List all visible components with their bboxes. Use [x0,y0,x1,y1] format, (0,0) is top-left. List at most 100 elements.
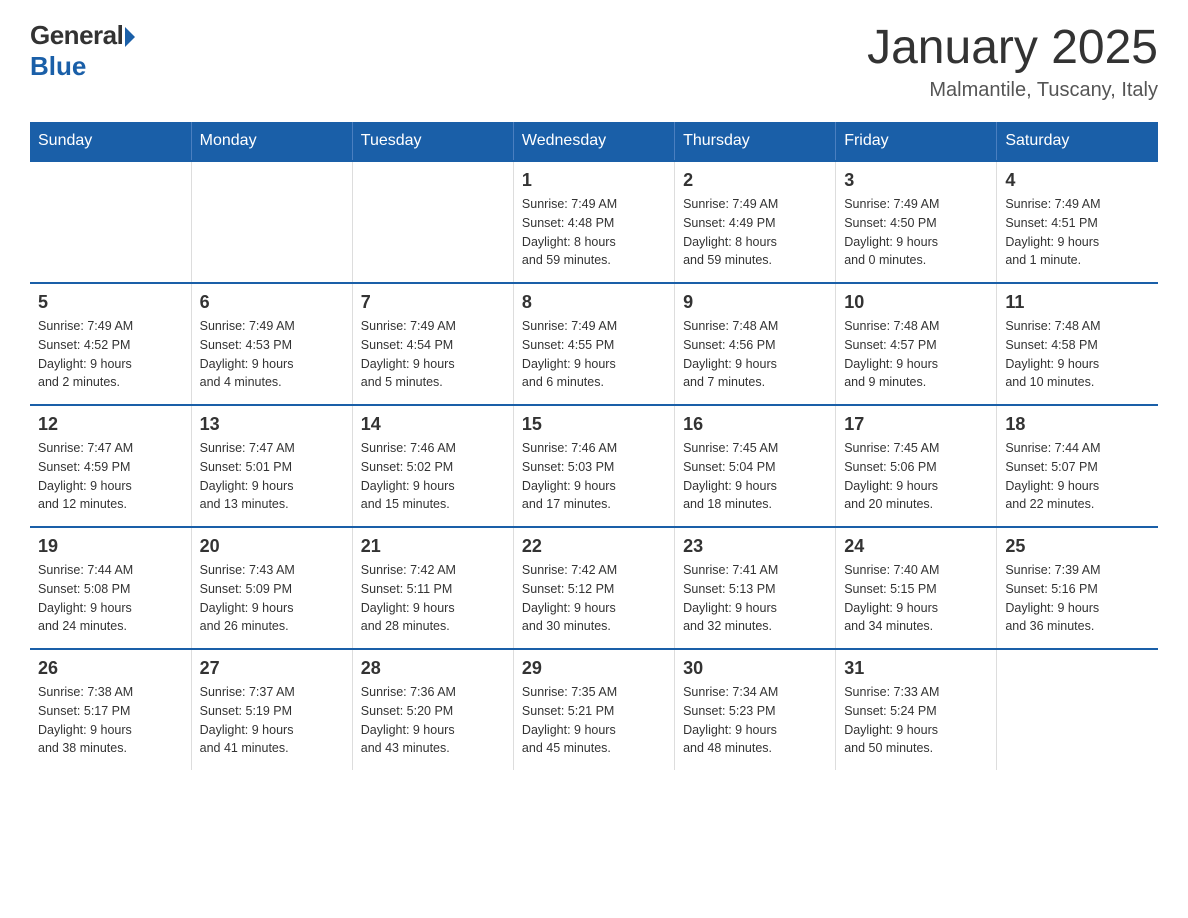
day-info: Sunrise: 7:33 AM Sunset: 5:24 PM Dayligh… [844,683,988,758]
day-info: Sunrise: 7:45 AM Sunset: 5:04 PM Dayligh… [683,439,827,514]
calendar-cell: 27 Sunrise: 7:37 AM Sunset: 5:19 PM Dayli… [191,649,352,770]
calendar-cell: 23 Sunrise: 7:41 AM Sunset: 5:13 PM Dayli… [675,527,836,649]
title-section: January 2025 Malmantile, Tuscany, Italy [867,20,1158,102]
day-number: 23 [683,536,827,557]
day-number: 13 [200,414,344,435]
day-info: Sunrise: 7:49 AM Sunset: 4:50 PM Dayligh… [844,195,988,270]
calendar-subtitle: Malmantile, Tuscany, Italy [867,79,1158,102]
day-number: 10 [844,292,988,313]
calendar-cell: 4Sunrise: 7:49 AM Sunset: 4:51 PM Daylig… [997,161,1158,283]
day-number: 16 [683,414,827,435]
day-info: Sunrise: 7:48 AM Sunset: 4:58 PM Dayligh… [1005,317,1150,392]
day-info: Sunrise: 7:48 AM Sunset: 4:57 PM Dayligh… [844,317,988,392]
day-number: 27 [200,658,344,679]
day-number: 3 [844,170,988,191]
page-header: General Blue January 2025 Malmantile, Tu… [30,20,1158,102]
calendar-week-row: 1 Sunrise: 7:49 AM Sunset: 4:48 PM Daylig… [30,161,1158,283]
weekday-header-monday: Monday [191,122,352,161]
weekday-row: SundayMondayTuesdayWednesdayThursdayFrid… [30,122,1158,161]
calendar-cell: 19Sunrise: 7:44 AM Sunset: 5:08 PM Dayli… [30,527,191,649]
logo: General Blue [30,20,135,82]
weekday-header-sunday: Sunday [30,122,191,161]
day-number: 12 [38,414,183,435]
day-info: Sunrise: 7:43 AM Sunset: 5:09 PM Dayligh… [200,561,344,636]
day-number: 2 [683,170,827,191]
calendar-cell: 18Sunrise: 7:44 AM Sunset: 5:07 PM Dayli… [997,405,1158,527]
calendar-cell: 10 Sunrise: 7:48 AM Sunset: 4:57 PM Dayli… [836,283,997,405]
day-number: 7 [361,292,505,313]
day-info: Sunrise: 7:49 AM Sunset: 4:51 PM Dayligh… [1005,195,1150,270]
calendar-cell [30,161,191,283]
calendar-cell: 11 Sunrise: 7:48 AM Sunset: 4:58 PM Dayli… [997,283,1158,405]
day-number: 22 [522,536,666,557]
weekday-header-saturday: Saturday [997,122,1158,161]
day-info: Sunrise: 7:47 AM Sunset: 5:01 PM Dayligh… [200,439,344,514]
day-number: 20 [200,536,344,557]
calendar-cell: 14Sunrise: 7:46 AM Sunset: 5:02 PM Dayli… [352,405,513,527]
day-info: Sunrise: 7:37 AM Sunset: 5:19 PM Dayligh… [200,683,344,758]
calendar-cell: 3 Sunrise: 7:49 AM Sunset: 4:50 PM Daylig… [836,161,997,283]
day-info: Sunrise: 7:44 AM Sunset: 5:07 PM Dayligh… [1005,439,1150,514]
calendar-cell: 7 Sunrise: 7:49 AM Sunset: 4:54 PM Daylig… [352,283,513,405]
calendar-cell: 22 Sunrise: 7:42 AM Sunset: 5:12 PM Dayli… [513,527,674,649]
day-info: Sunrise: 7:46 AM Sunset: 5:03 PM Dayligh… [522,439,666,514]
day-number: 1 [522,170,666,191]
calendar-cell: 8 Sunrise: 7:49 AM Sunset: 4:55 PM Daylig… [513,283,674,405]
day-info: Sunrise: 7:39 AM Sunset: 5:16 PM Dayligh… [1005,561,1150,636]
calendar-cell: 24Sunrise: 7:40 AM Sunset: 5:15 PM Dayli… [836,527,997,649]
day-number: 28 [361,658,505,679]
calendar-cell [352,161,513,283]
calendar-cell [191,161,352,283]
calendar-cell: 9Sunrise: 7:48 AM Sunset: 4:56 PM Daylig… [675,283,836,405]
day-info: Sunrise: 7:34 AM Sunset: 5:23 PM Dayligh… [683,683,827,758]
calendar-cell: 30Sunrise: 7:34 AM Sunset: 5:23 PM Dayli… [675,649,836,770]
day-info: Sunrise: 7:47 AM Sunset: 4:59 PM Dayligh… [38,439,183,514]
logo-general-text: General [30,20,123,51]
calendar-cell [997,649,1158,770]
day-info: Sunrise: 7:46 AM Sunset: 5:02 PM Dayligh… [361,439,505,514]
calendar-cell: 31 Sunrise: 7:33 AM Sunset: 5:24 PM Dayli… [836,649,997,770]
calendar-cell: 2Sunrise: 7:49 AM Sunset: 4:49 PM Daylig… [675,161,836,283]
calendar-cell: 13 Sunrise: 7:47 AM Sunset: 5:01 PM Dayli… [191,405,352,527]
day-info: Sunrise: 7:41 AM Sunset: 5:13 PM Dayligh… [683,561,827,636]
calendar-cell: 20 Sunrise: 7:43 AM Sunset: 5:09 PM Dayli… [191,527,352,649]
day-number: 6 [200,292,344,313]
day-info: Sunrise: 7:48 AM Sunset: 4:56 PM Dayligh… [683,317,827,392]
day-info: Sunrise: 7:38 AM Sunset: 5:17 PM Dayligh… [38,683,183,758]
day-info: Sunrise: 7:42 AM Sunset: 5:12 PM Dayligh… [522,561,666,636]
calendar-cell: 12 Sunrise: 7:47 AM Sunset: 4:59 PM Dayli… [30,405,191,527]
calendar-cell: 15Sunrise: 7:46 AM Sunset: 5:03 PM Dayli… [513,405,674,527]
day-info: Sunrise: 7:45 AM Sunset: 5:06 PM Dayligh… [844,439,988,514]
day-info: Sunrise: 7:36 AM Sunset: 5:20 PM Dayligh… [361,683,505,758]
day-info: Sunrise: 7:49 AM Sunset: 4:52 PM Dayligh… [38,317,183,392]
calendar-cell: 5Sunrise: 7:49 AM Sunset: 4:52 PM Daylig… [30,283,191,405]
day-info: Sunrise: 7:49 AM Sunset: 4:48 PM Dayligh… [522,195,666,270]
logo-blue-text: Blue [30,51,86,82]
weekday-header-tuesday: Tuesday [352,122,513,161]
calendar-week-row: 19Sunrise: 7:44 AM Sunset: 5:08 PM Dayli… [30,527,1158,649]
calendar-week-row: 26 Sunrise: 7:38 AM Sunset: 5:17 PM Dayli… [30,649,1158,770]
calendar-cell: 1 Sunrise: 7:49 AM Sunset: 4:48 PM Daylig… [513,161,674,283]
weekday-header-friday: Friday [836,122,997,161]
weekday-header-thursday: Thursday [675,122,836,161]
calendar-cell: 28 Sunrise: 7:36 AM Sunset: 5:20 PM Dayli… [352,649,513,770]
day-info: Sunrise: 7:49 AM Sunset: 4:53 PM Dayligh… [200,317,344,392]
calendar-week-row: 12 Sunrise: 7:47 AM Sunset: 4:59 PM Dayli… [30,405,1158,527]
calendar-cell: 29 Sunrise: 7:35 AM Sunset: 5:21 PM Dayli… [513,649,674,770]
day-number: 8 [522,292,666,313]
calendar-cell: 17Sunrise: 7:45 AM Sunset: 5:06 PM Dayli… [836,405,997,527]
calendar-cell: 26 Sunrise: 7:38 AM Sunset: 5:17 PM Dayli… [30,649,191,770]
weekday-header-wednesday: Wednesday [513,122,674,161]
day-info: Sunrise: 7:49 AM Sunset: 4:55 PM Dayligh… [522,317,666,392]
day-number: 31 [844,658,988,679]
calendar-cell: 16 Sunrise: 7:45 AM Sunset: 5:04 PM Dayli… [675,405,836,527]
day-number: 26 [38,658,183,679]
day-number: 11 [1005,292,1150,313]
day-info: Sunrise: 7:35 AM Sunset: 5:21 PM Dayligh… [522,683,666,758]
day-info: Sunrise: 7:49 AM Sunset: 4:54 PM Dayligh… [361,317,505,392]
day-number: 29 [522,658,666,679]
day-number: 21 [361,536,505,557]
day-number: 24 [844,536,988,557]
calendar-cell: 25Sunrise: 7:39 AM Sunset: 5:16 PM Dayli… [997,527,1158,649]
calendar-title: January 2025 [867,20,1158,75]
